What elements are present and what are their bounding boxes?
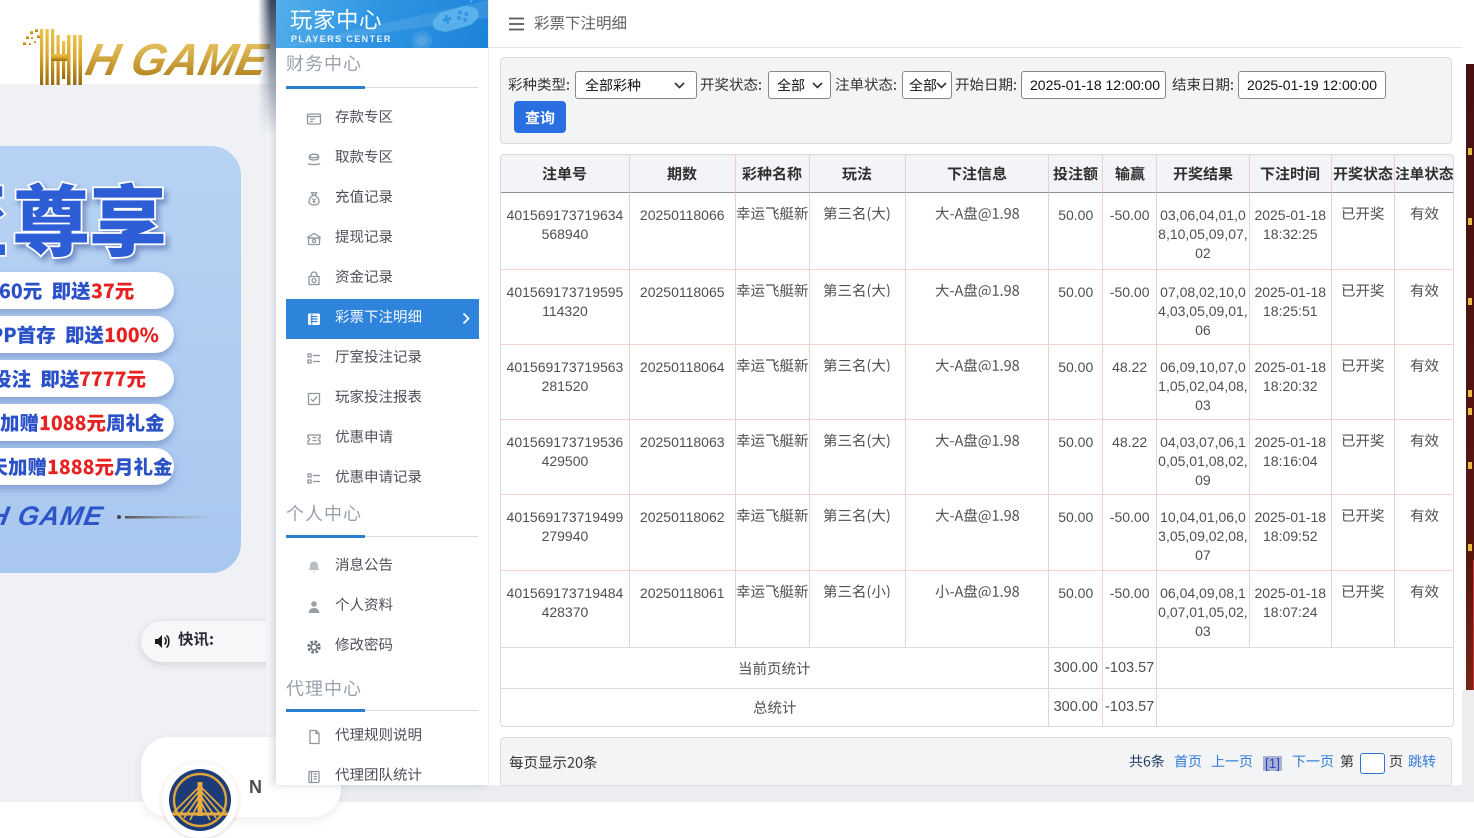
svg-text:H GAME: H GAME (82, 34, 270, 84)
svg-text:HH GAME: HH GAME (0, 500, 106, 531)
